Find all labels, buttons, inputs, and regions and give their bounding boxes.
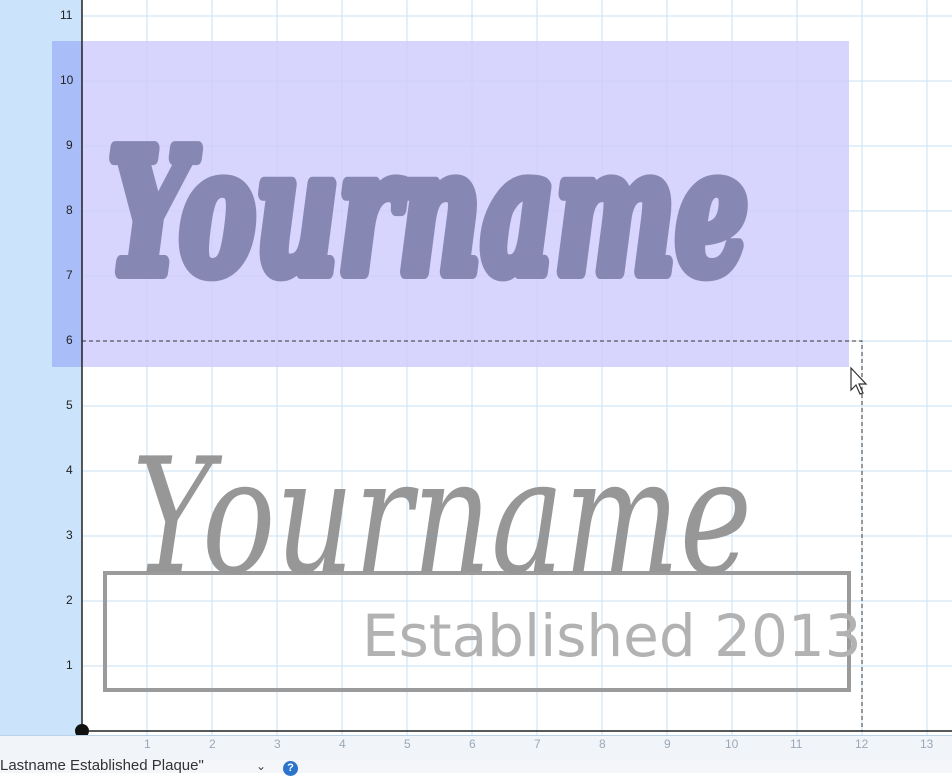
ruler-label-horizontal: 11 — [790, 737, 803, 751]
selected-offset-shape[interactable]: Yourname — [101, 106, 755, 320]
ruler-label-horizontal: 9 — [664, 737, 671, 751]
ruler-label-vertical: 10 — [60, 73, 74, 87]
ruler-label-horizontal: 13 — [920, 737, 934, 751]
design-workspace[interactable]: Established 2013 Yourname Yourname 12345… — [0, 0, 952, 773]
canvas[interactable]: Established 2013 Yourname Yourname — [0, 0, 952, 735]
ruler-label-horizontal: 8 — [599, 737, 606, 751]
ruler-label-vertical: 9 — [66, 138, 73, 152]
ruler-label-horizontal: 6 — [469, 737, 476, 751]
ruler-label-vertical: 1 — [66, 658, 73, 672]
ruler-label-vertical: 4 — [66, 463, 73, 477]
ruler-label-vertical: 6 — [66, 333, 73, 347]
established-text[interactable]: Established 2013 — [362, 602, 862, 670]
ruler-label-horizontal: 4 — [339, 737, 346, 751]
ruler-label-horizontal: 3 — [274, 737, 281, 751]
ruler-label-horizontal: 1 — [144, 737, 151, 751]
ruler-label-horizontal: 12 — [855, 737, 869, 751]
ruler-label-horizontal: 5 — [404, 737, 411, 751]
ruler-label-vertical: 3 — [66, 528, 73, 542]
ruler-label-horizontal: 2 — [209, 737, 216, 751]
ruler-label-horizontal: 10 — [725, 737, 739, 751]
ruler-label-vertical: 5 — [66, 398, 73, 412]
ruler-label-vertical: 11 — [60, 8, 73, 22]
ruler-label-vertical: 7 — [66, 268, 73, 282]
help-icon[interactable]: ? — [283, 761, 298, 776]
plaque-design[interactable]: Established 2013 Yourname — [103, 423, 862, 692]
ruler-label-vertical: 2 — [66, 593, 73, 607]
file-name-label[interactable]: Lastname Established Plaque" — [0, 757, 204, 774]
ruler-label-vertical: 8 — [66, 203, 73, 217]
script-name-text[interactable]: Yourname — [132, 423, 752, 610]
origin-handle-icon[interactable] — [75, 724, 89, 735]
mouse-pointer-icon — [850, 366, 868, 395]
ruler-label-horizontal: 7 — [534, 737, 541, 751]
chevron-down-icon[interactable]: ⌄ — [256, 759, 266, 773]
